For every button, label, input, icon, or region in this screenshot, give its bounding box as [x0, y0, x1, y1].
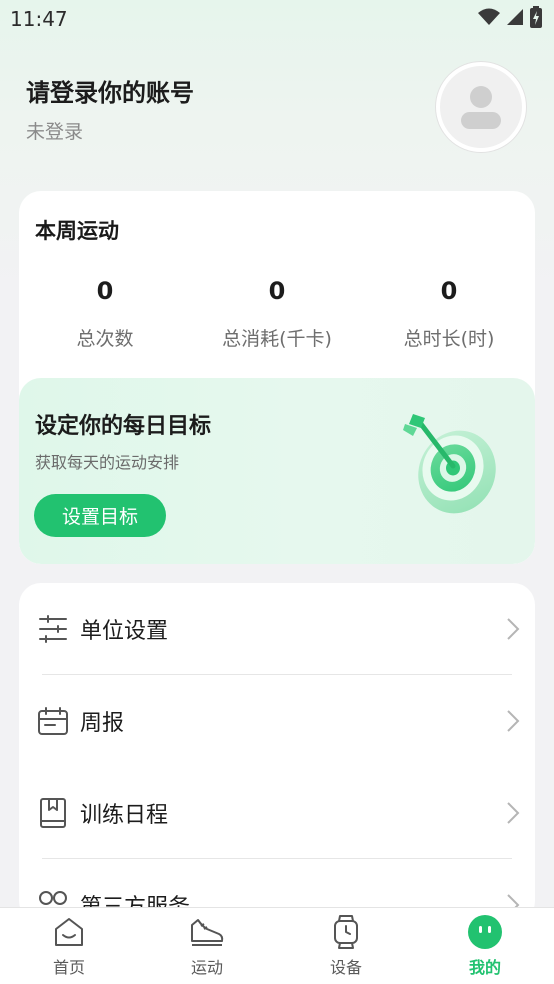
chevron-right-icon	[505, 801, 521, 825]
weekly-stats-card: 本周运动 0 总次数 0 总消耗(千卡) 0 总时长(时) 设定你的每日目标 获…	[19, 191, 535, 564]
sliders-icon	[36, 612, 70, 646]
stat-calories-value: 0	[268, 277, 286, 305]
stat-count-value: 0	[96, 277, 114, 305]
watch-icon	[328, 914, 364, 950]
status-time: 11:47	[10, 7, 68, 31]
tab-sport[interactable]: 运动	[138, 908, 276, 984]
goal-subtitle: 获取每天的运动安排	[35, 453, 180, 472]
wifi-icon	[478, 8, 500, 30]
menu-label-weekly-report: 周报	[80, 711, 125, 736]
tab-label-home: 首页	[52, 958, 85, 977]
stat-duration: 0 总时长(时)	[359, 271, 535, 351]
signal-icon	[506, 8, 524, 30]
tab-device[interactable]: 设备	[277, 908, 415, 984]
user-avatar-icon[interactable]	[436, 62, 526, 152]
chevron-right-icon	[505, 617, 521, 641]
profile-header[interactable]: 请登录你的账号 未登录	[26, 62, 526, 160]
login-title[interactable]: 请登录你的账号	[26, 73, 194, 108]
battery-icon	[530, 6, 542, 32]
stat-duration-value: 0	[440, 277, 458, 305]
tab-mine[interactable]: 我的	[416, 908, 554, 984]
tab-label-device: 设备	[329, 958, 362, 977]
chevron-right-icon	[505, 709, 521, 733]
home-icon	[51, 914, 87, 950]
stat-duration-label: 总时长(时)	[403, 328, 495, 350]
menu-item-training-schedule[interactable]: 训练日程	[19, 767, 535, 859]
menu-item-unit-settings[interactable]: 单位设置	[19, 583, 535, 675]
book-icon	[36, 796, 70, 830]
weekly-title: 本周运动	[35, 219, 119, 243]
stat-calories: 0 总消耗(千卡)	[187, 271, 367, 351]
tab-label-sport: 运动	[190, 958, 223, 977]
bottom-tab-bar: 首页 运动 设备 我的	[0, 907, 554, 984]
sneaker-icon	[189, 914, 225, 950]
status-bar: 11:47	[0, 0, 554, 38]
stat-count: 0 总次数	[19, 271, 195, 351]
weekly-stats: 0 总次数 0 总消耗(千卡) 0 总时长(时)	[19, 271, 535, 361]
settings-menu-card: 单位设置 周报 训练日程	[19, 583, 535, 923]
menu-label-training-schedule: 训练日程	[80, 803, 169, 828]
login-status: 未登录	[26, 121, 84, 143]
calendar-icon	[36, 704, 70, 738]
stat-count-label: 总次数	[76, 328, 134, 350]
menu-label-unit-settings: 单位设置	[80, 619, 169, 644]
goal-title: 设定你的每日目标	[35, 414, 212, 439]
set-goal-button[interactable]: 设置目标	[34, 494, 166, 537]
tab-label-mine: 我的	[468, 958, 501, 977]
stat-calories-label: 总消耗(千卡)	[222, 328, 332, 350]
daily-goal-banner: 设定你的每日目标 获取每天的运动安排 设置目标	[19, 378, 535, 564]
tab-home[interactable]: 首页	[0, 908, 138, 984]
menu-item-weekly-report[interactable]: 周报	[19, 675, 535, 767]
target-dart-icon	[395, 406, 505, 526]
status-icons	[478, 6, 542, 32]
profile-face-icon	[467, 914, 503, 950]
